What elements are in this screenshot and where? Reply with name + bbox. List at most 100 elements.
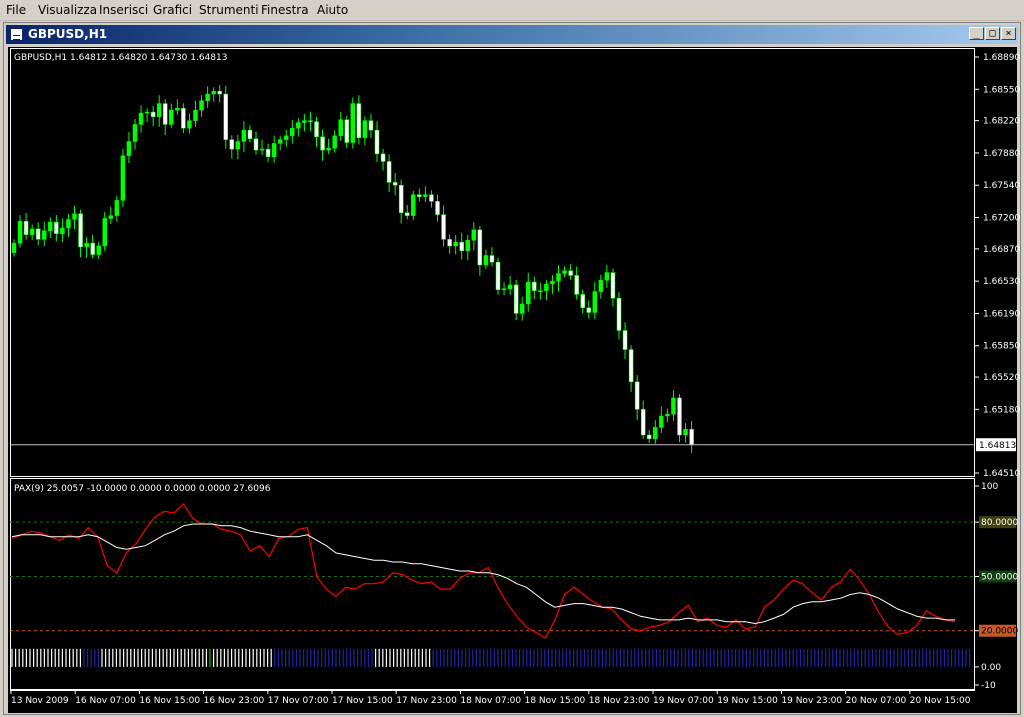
candle-body	[138, 112, 144, 125]
indicator-tick-label: 100	[981, 482, 998, 492]
candle-body	[562, 270, 567, 274]
candle-body	[241, 129, 247, 142]
candle-body	[211, 90, 216, 95]
candle-body	[223, 93, 228, 140]
candle-body	[277, 139, 283, 144]
candle-body	[84, 242, 89, 248]
candle-body	[90, 242, 95, 255]
price-tick-label: 1.68550	[983, 85, 1020, 95]
candle-body	[435, 201, 440, 215]
candle-body	[544, 283, 549, 291]
candle-body	[634, 381, 640, 410]
candle-body	[628, 349, 634, 383]
price-tick-label: 1.68220	[983, 117, 1020, 127]
indicator-header: PAX(9) 25.0057 -10.0000 0.0000 0.0000 0.…	[14, 484, 271, 494]
candle-body	[284, 135, 289, 140]
price-tick-label: 1.68890	[983, 53, 1020, 63]
candle-body	[54, 222, 59, 234]
candle-body	[169, 109, 174, 125]
candle-body	[592, 291, 598, 313]
candle-body	[29, 228, 35, 235]
time-tick-label: 16 Nov 15:00	[139, 696, 200, 706]
candle-body	[132, 124, 138, 142]
chart-background	[8, 47, 1017, 713]
candle-body	[247, 129, 253, 139]
candle-body	[568, 270, 573, 276]
candle-body	[465, 240, 470, 252]
candle-body	[580, 294, 585, 308]
candle-body	[17, 221, 23, 244]
price-tick-label: 1.66530	[983, 277, 1020, 287]
candle-body	[586, 307, 591, 313]
chart-canvas[interactable]: 1.68890 1.68550 1.68220 1.67880 1.67540 1.672…	[0, 0, 1024, 717]
candle-body	[344, 119, 349, 143]
candle-body	[453, 241, 458, 247]
current-price-label: 1.64813	[979, 441, 1016, 451]
candle-body	[513, 284, 519, 314]
candle-body	[398, 184, 404, 214]
candle-body	[417, 194, 422, 197]
time-tick-label: 19 Nov 07:00	[653, 696, 714, 706]
price-tick-label: 1.67540	[983, 181, 1020, 191]
candle-body	[144, 111, 150, 114]
candle-body	[526, 281, 531, 305]
candle-body	[108, 215, 114, 219]
candle-body	[483, 255, 489, 266]
candle-body	[507, 284, 513, 289]
candle-body	[265, 148, 271, 157]
indicator-tick-label: 20.0000	[981, 627, 1018, 637]
candle-body	[229, 139, 235, 150]
candle-body	[683, 429, 688, 436]
time-tick-label: 17 Nov 23:00	[396, 696, 457, 706]
candle-body	[320, 136, 325, 151]
candle-body	[429, 194, 434, 202]
candle-body	[48, 222, 53, 232]
time-tick-label: 18 Nov 23:00	[589, 696, 650, 706]
candle-body	[217, 90, 222, 95]
time-tick-label: 16 Nov 07:00	[75, 696, 136, 706]
candle-body	[163, 103, 168, 125]
candle-body	[495, 261, 501, 290]
candle-body	[501, 288, 507, 290]
candle-body	[653, 427, 658, 440]
candle-body	[604, 272, 610, 281]
candle-body	[23, 221, 29, 235]
price-tick-label: 1.65180	[983, 405, 1020, 415]
candle-body	[175, 108, 180, 111]
candle-body	[610, 272, 616, 299]
candle-body	[193, 109, 198, 121]
candle-body	[386, 161, 392, 183]
candle-body	[574, 275, 579, 295]
candle-body	[671, 397, 676, 415]
time-tick-label: 17 Nov 15:00	[332, 696, 393, 706]
candle-body	[622, 330, 628, 350]
time-tick-label: 13 Nov 2009	[11, 696, 69, 706]
indicator-tick-label: 50.0000	[981, 572, 1018, 582]
candle-body	[35, 228, 41, 240]
candle-body	[308, 120, 313, 122]
time-tick-label: 18 Nov 07:00	[460, 696, 521, 706]
candle-body	[489, 255, 495, 263]
time-tick-label: 20 Nov 15:00	[910, 696, 971, 706]
candle-body	[647, 434, 652, 440]
candle-body	[60, 227, 65, 234]
candle-body	[96, 245, 101, 255]
time-tick-label: 19 Nov 23:00	[781, 696, 842, 706]
candle-body	[253, 138, 259, 151]
candle-body	[114, 200, 120, 216]
candle-body	[362, 120, 368, 138]
candle-body	[665, 413, 670, 417]
candle-body	[78, 213, 83, 248]
price-tick-label: 1.67200	[983, 214, 1020, 224]
indicator-histogram	[11, 648, 971, 667]
candle-body	[72, 213, 77, 220]
candle-body	[42, 230, 47, 240]
candle-body	[314, 121, 319, 138]
candle-body	[290, 127, 295, 137]
candle-body	[447, 239, 452, 247]
candle-body	[102, 218, 107, 247]
candle-body	[538, 290, 543, 292]
time-tick-label: 20 Nov 07:00	[846, 696, 907, 706]
candle-body	[296, 122, 301, 129]
candle-body	[205, 93, 210, 101]
